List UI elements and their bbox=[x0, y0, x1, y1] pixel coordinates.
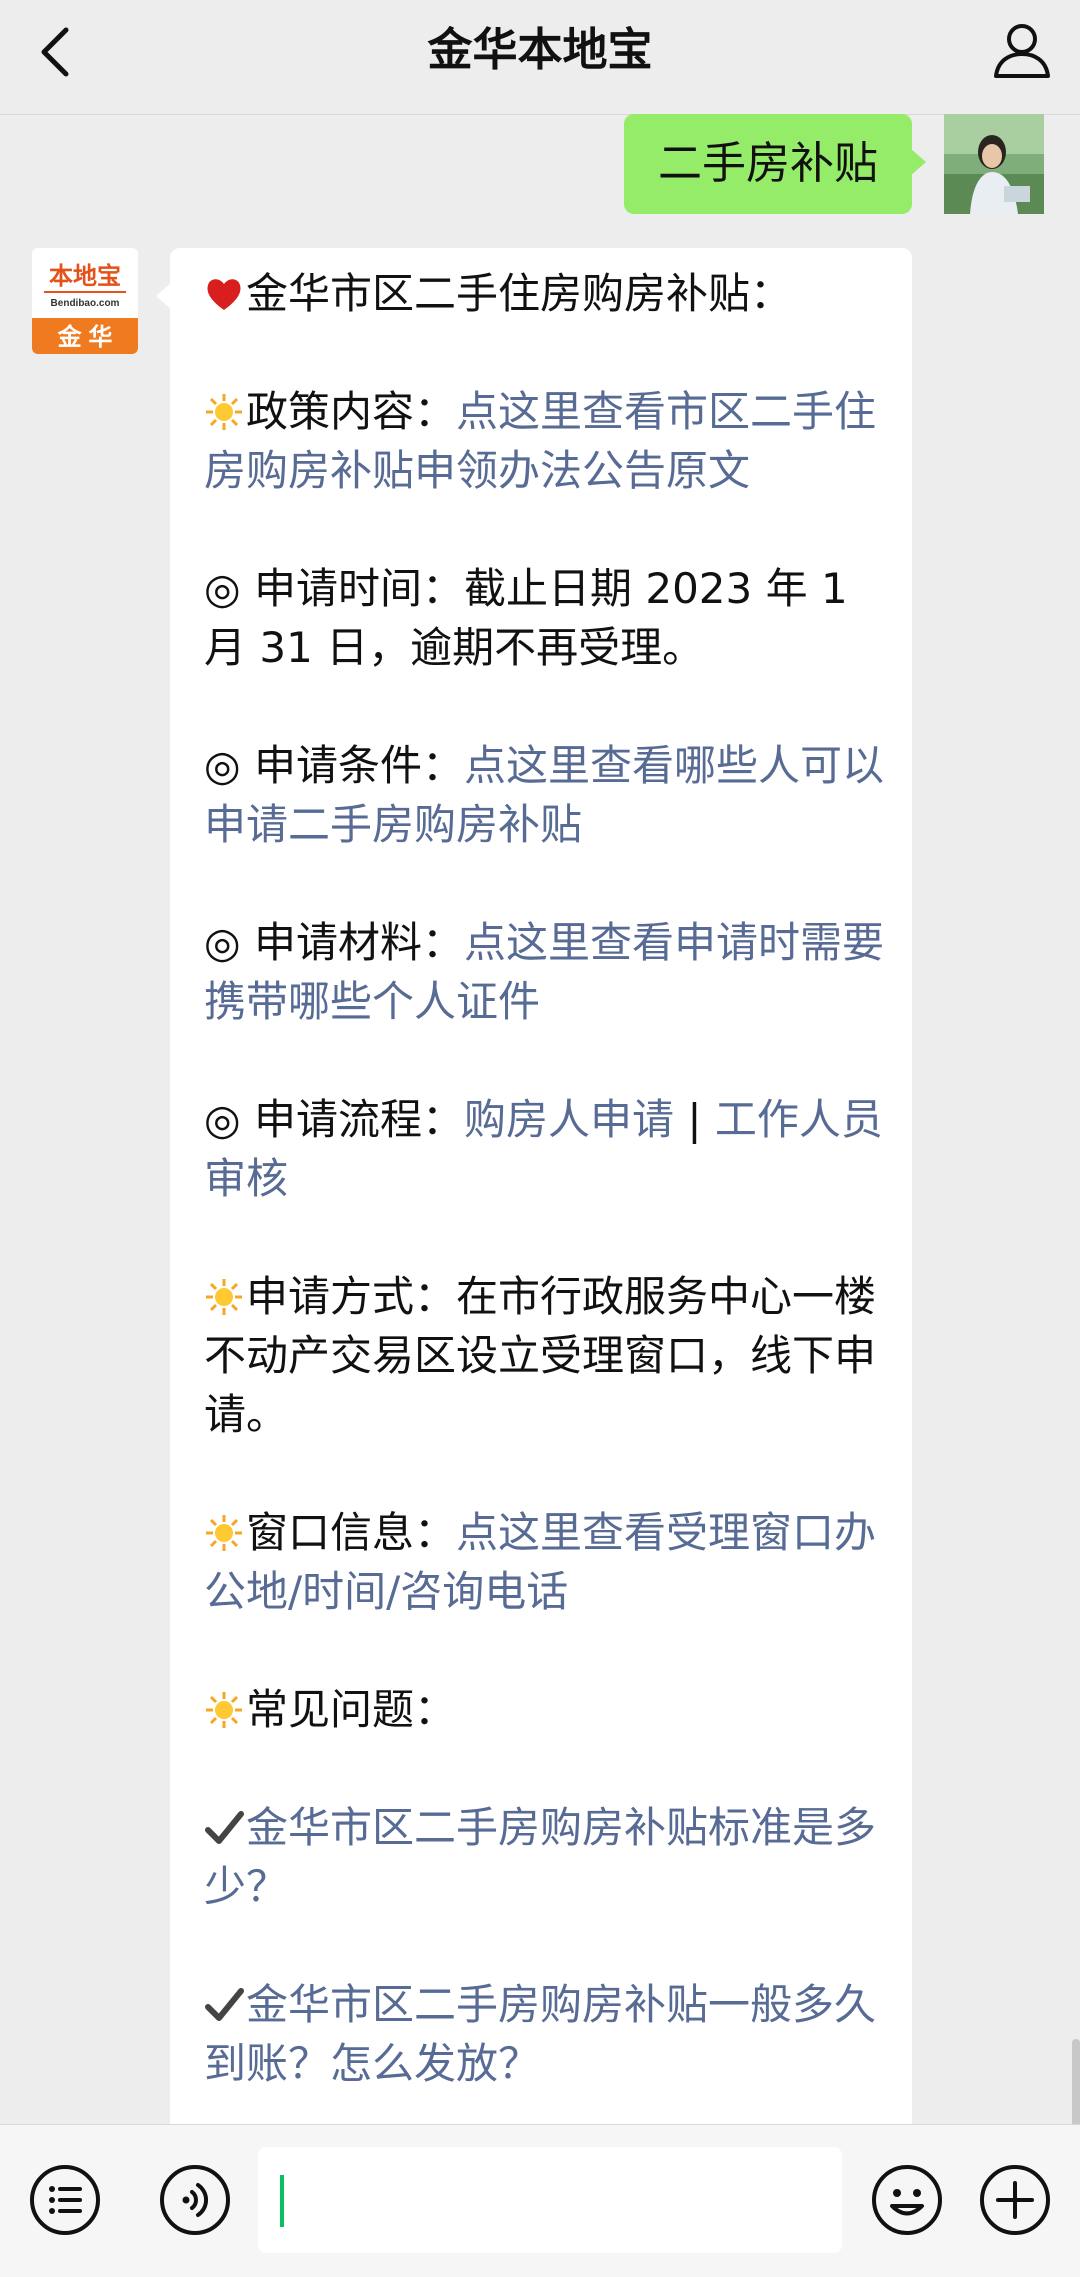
page-title: 金华本地宝 bbox=[427, 23, 653, 76]
plus-icon[interactable] bbox=[978, 2163, 1052, 2237]
scrollbar[interactable] bbox=[1072, 2039, 1080, 2124]
material-label: ◎ 申请材料： bbox=[204, 918, 464, 967]
user-icon[interactable] bbox=[990, 18, 1054, 82]
message-input[interactable] bbox=[258, 2147, 842, 2253]
incoming-message: 金华市区二手住房购房补贴： 政策内容：点这里查看市区二手住房购房补贴申领办法公告… bbox=[156, 248, 912, 2124]
method-line: 申请方式：在市行政服务中心一楼不动产交易区设立受理窗口，线下申请。 bbox=[204, 1267, 884, 1444]
sun-icon bbox=[206, 1692, 242, 1728]
chat-area[interactable]: 二手房补贴 本地宝 Bendibao.com 金 华 金华市区二手住房购房补贴： bbox=[0, 114, 1080, 2124]
condition-line: ◎ 申请条件：点这里查看哪些人可以申请二手房购房补贴 bbox=[204, 736, 884, 854]
svg-text:金 华: 金 华 bbox=[57, 323, 113, 351]
heart-icon bbox=[207, 279, 241, 310]
message-title: 金华市区二手住房购房补贴： bbox=[246, 269, 793, 318]
process-label: ◎ 申请流程： bbox=[204, 1095, 464, 1144]
sun-icon bbox=[206, 1515, 242, 1551]
list-menu-icon[interactable] bbox=[28, 2163, 102, 2237]
window-label: 窗口信息： bbox=[246, 1508, 457, 1557]
self-avatar[interactable] bbox=[944, 114, 1044, 214]
voice-icon[interactable] bbox=[158, 2163, 232, 2237]
faq-line: 常见问题： bbox=[204, 1680, 884, 1739]
process-separator: | bbox=[674, 1095, 715, 1144]
bot-avatar[interactable]: 本地宝 Bendibao.com 金 华 bbox=[32, 248, 138, 354]
faq-link-2[interactable]: 金华市区二手房购房补贴一般多久到账？怎么发放？ bbox=[204, 1980, 876, 2088]
top-bar: 金华本地宝 bbox=[0, 0, 1080, 115]
policy-line: 政策内容：点这里查看市区二手住房购房补贴申领办法公告原文 bbox=[204, 382, 884, 500]
message-title-line: 金华市区二手住房购房补贴： bbox=[204, 264, 884, 323]
material-line: ◎ 申请材料：点这里查看申请时需要携带哪些个人证件 bbox=[204, 913, 884, 1031]
text-caret bbox=[280, 2175, 284, 2227]
smiley-icon[interactable] bbox=[870, 2163, 944, 2237]
method-label: 申请方式： bbox=[246, 1272, 457, 1321]
faq-link-1[interactable]: 金华市区二手房购房补贴标准是多少？ bbox=[204, 1803, 876, 1911]
faq-item-1: 金华市区二手房购房补贴标准是多少？ bbox=[204, 1798, 884, 1916]
checkmark-icon bbox=[205, 1811, 244, 1844]
process-applicant-link[interactable]: 购房人申请 bbox=[464, 1095, 674, 1144]
outgoing-message[interactable]: 二手房补贴 bbox=[624, 114, 926, 214]
checkmark-icon bbox=[205, 1988, 244, 2021]
time-line: ◎ 申请时间：截止日期 2023 年 1 月 31 日，逾期不再受理。 bbox=[204, 559, 884, 677]
condition-label: ◎ 申请条件： bbox=[204, 741, 464, 790]
sun-icon bbox=[206, 394, 242, 430]
sun-icon bbox=[206, 1279, 242, 1315]
time-label: ◎ 申请时间： bbox=[204, 564, 464, 613]
faq-item-2: 金华市区二手房购房补贴一般多久到账？怎么发放？ bbox=[204, 1975, 884, 2093]
svg-text:Bendibao.com: Bendibao.com bbox=[51, 298, 120, 309]
faq-label: 常见问题： bbox=[246, 1685, 457, 1734]
process-line: ◎ 申请流程：购房人申请 | 工作人员审核 bbox=[204, 1090, 884, 1208]
window-line: 窗口信息：点这里查看受理窗口办公地/时间/咨询电话 bbox=[204, 1503, 884, 1621]
svg-text:本地宝: 本地宝 bbox=[49, 262, 121, 290]
policy-label: 政策内容： bbox=[246, 387, 457, 436]
input-bar bbox=[0, 2124, 1080, 2277]
